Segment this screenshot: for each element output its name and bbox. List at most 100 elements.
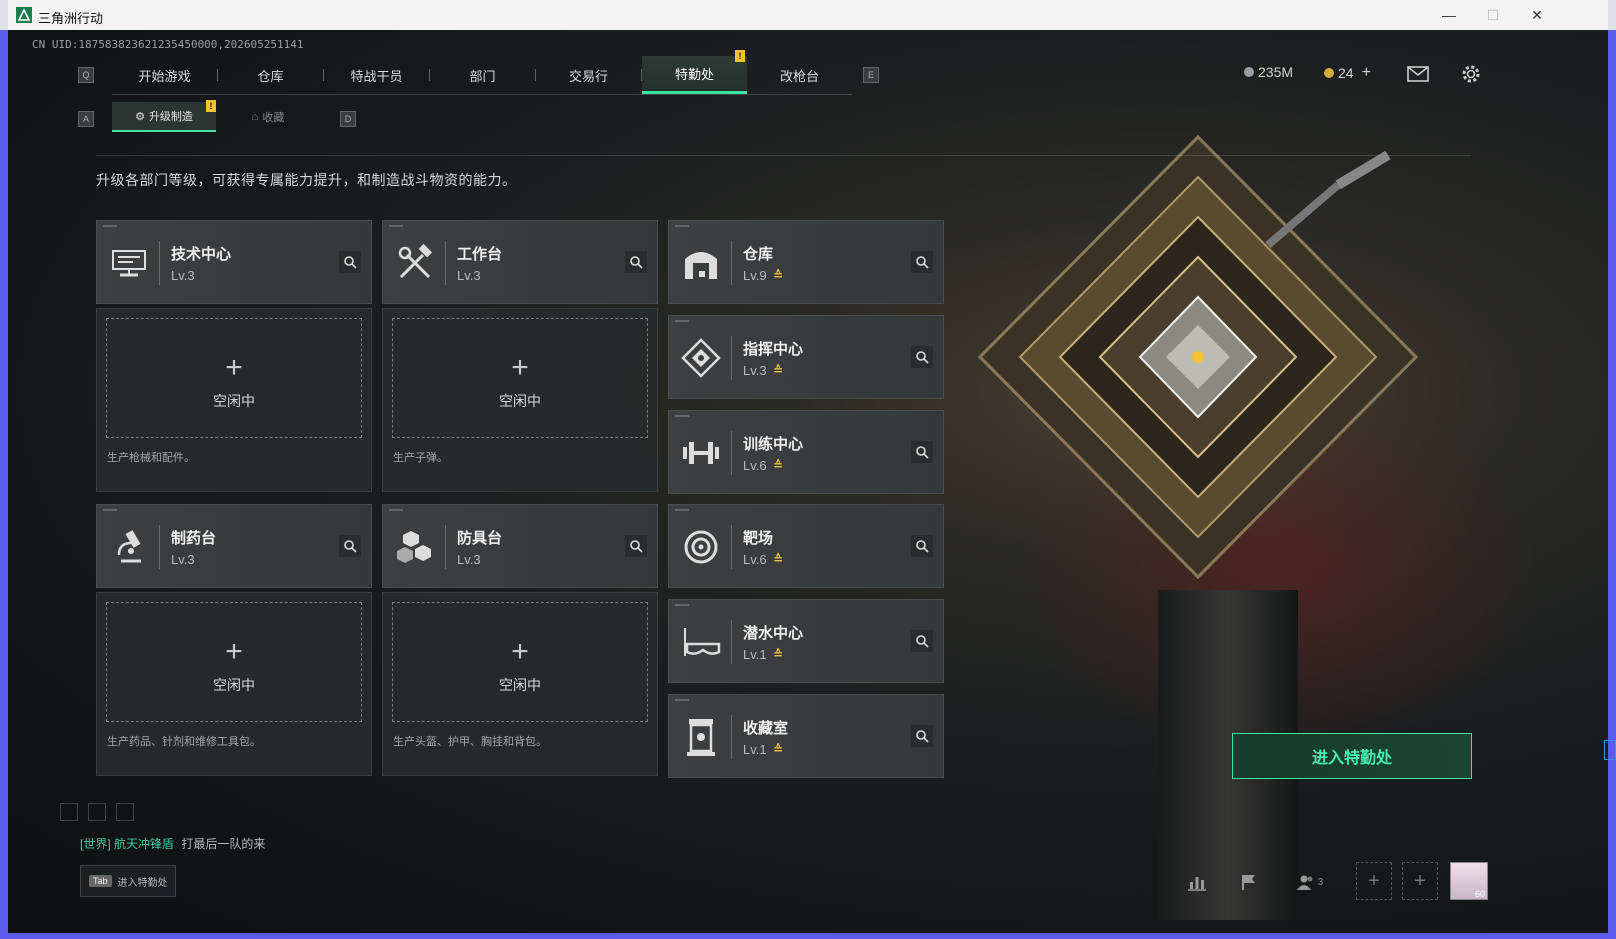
facility-card-pharmacy[interactable]: 制药台 Lv.3	[96, 504, 372, 588]
facility-card-collection-room[interactable]: 收藏室 Lv.1 ≙	[668, 694, 944, 778]
next-tab-key-hint[interactable]: E	[863, 67, 879, 83]
facility-card-shooting-range[interactable]: 靶场 Lv.6 ≙	[668, 504, 944, 588]
facility-level: Lv.3	[457, 552, 481, 567]
facility-card-diving-center[interactable]: 潜水中心 Lv.1 ≙	[668, 599, 944, 683]
search-icon[interactable]	[911, 441, 933, 463]
search-icon[interactable]	[339, 535, 361, 557]
slot-description: 生产子弹。	[393, 452, 448, 464]
silver-amount: 235M	[1258, 64, 1294, 80]
facility-level: Lv.3	[171, 268, 195, 283]
facility-card-armor-bench[interactable]: 防具台 Lv.3	[382, 504, 658, 588]
tab-department[interactable]: 部门	[430, 56, 535, 94]
card-divider	[731, 241, 732, 285]
collection-icon: ⌂	[251, 111, 259, 123]
dumbbell-icon	[683, 442, 719, 464]
facility-card-workbench[interactable]: 工作台 Lv.3	[382, 220, 658, 304]
tab-warehouse[interactable]: 仓库	[218, 56, 323, 94]
facility-card-warehouse[interactable]: 仓库 Lv.9 ≙	[668, 220, 944, 304]
slot-status: 空闲中	[213, 393, 255, 409]
avatar-level: 60	[1474, 889, 1485, 899]
stats-chart-icon[interactable]	[1180, 865, 1214, 899]
card-divider	[731, 336, 732, 380]
friends-icon	[1296, 875, 1313, 890]
facility-name: 指挥中心	[743, 341, 804, 358]
silver-coin-icon	[1244, 67, 1254, 77]
tab-key-hint-button[interactable]: Tab 进入特勤处	[80, 865, 176, 897]
player-avatar[interactable]: 60	[1450, 862, 1488, 900]
chat-filter-icon[interactable]	[116, 803, 134, 821]
slot-status: 空闲中	[213, 677, 255, 693]
production-slot-tech-center[interactable]: + 空闲中 生产枪械和配件。	[96, 308, 372, 492]
add-teammate-slot[interactable]: +	[1356, 862, 1392, 900]
chat-filter-icon[interactable]	[60, 803, 78, 821]
subtab-upgrade-craft[interactable]: ⚙ 升级制造 !	[112, 100, 216, 132]
card-corner-mark	[103, 509, 117, 511]
slot-frame: + 空闲中	[392, 602, 648, 722]
production-slot-workbench[interactable]: + 空闲中 生产子弹。	[382, 308, 658, 492]
enter-special-ops-button[interactable]: 进入特勤处	[1232, 733, 1472, 779]
slot-description: 生产药品、针剂和维修工具包。	[107, 736, 261, 748]
mail-icon[interactable]	[1407, 66, 1429, 82]
search-icon[interactable]	[911, 535, 933, 557]
minimize-button[interactable]: —	[1434, 5, 1464, 25]
upgrade-arrow-icon: ≙	[773, 268, 784, 282]
computer-icon	[112, 250, 146, 277]
prev-subtab-key-hint[interactable]: A	[78, 111, 94, 127]
facility-card-training-center[interactable]: 训练中心 Lv.6 ≙	[668, 410, 944, 494]
slot-frame: + 空闲中	[392, 318, 648, 438]
top-navigation: 开始游戏 仓库 特战干员 部门 交易行 特勤处 ! 改枪台	[112, 50, 852, 95]
prev-tab-key-hint[interactable]: Q	[78, 67, 94, 83]
card-corner-mark	[389, 509, 403, 511]
add-teammate-slot[interactable]: +	[1402, 862, 1438, 900]
production-slot-pharmacy[interactable]: + 空闲中 生产药品、针剂和维修工具包。	[96, 592, 372, 776]
slot-description: 生产枪械和配件。	[107, 452, 195, 464]
facility-name: 仓库	[743, 246, 774, 263]
card-divider	[159, 525, 160, 569]
microscope-icon	[117, 530, 141, 563]
search-icon[interactable]	[625, 535, 647, 557]
facility-card-tech-center[interactable]: 技术中心 Lv.3	[96, 220, 372, 304]
tab-start-game[interactable]: 开始游戏	[112, 56, 217, 94]
facility-level: Lv.6	[743, 458, 767, 473]
plus-icon: +	[511, 351, 529, 384]
add-currency-button[interactable]: +	[1362, 64, 1371, 82]
chat-text: 打最后一队的来	[181, 837, 266, 851]
slot-status: 空闲中	[499, 393, 541, 409]
slot-description: 生产头盔、护甲、胸挂和背包。	[393, 736, 547, 748]
search-icon[interactable]	[339, 251, 361, 273]
chat-filter-icon[interactable]	[88, 803, 106, 821]
slot-frame: + 空闲中	[106, 318, 362, 438]
plus-icon: +	[225, 635, 243, 668]
facility-level: Lv.3	[743, 363, 767, 378]
tab-gunsmith[interactable]: 改枪台	[747, 56, 852, 94]
facility-card-command-center[interactable]: 指挥中心 Lv.3 ≙	[668, 315, 944, 399]
facility-name: 防具台	[457, 530, 503, 547]
diving-mask-icon	[684, 628, 721, 656]
search-icon[interactable]	[911, 630, 933, 652]
search-icon[interactable]	[911, 251, 933, 273]
flag-icon[interactable]	[1232, 865, 1266, 899]
close-button[interactable]: ✕	[1522, 5, 1552, 25]
tab-operators[interactable]: 特战干员	[324, 56, 429, 94]
command-diamond-icon	[681, 338, 721, 378]
special-ops-cube-illustration	[977, 134, 1419, 580]
tab-trading[interactable]: 交易行	[536, 56, 641, 94]
header-divider	[96, 155, 1471, 156]
page-description: 升级各部门等级，可获得专属能力提升，和制造战斗物资的能力。	[96, 172, 517, 188]
search-icon[interactable]	[911, 346, 933, 368]
tab-special-ops[interactable]: 特勤处 !	[642, 50, 747, 94]
card-divider	[731, 715, 732, 759]
friends-button[interactable]: 3	[1290, 865, 1330, 899]
production-slot-armor-bench[interactable]: + 空闲中 生产头盔、护甲、胸挂和背包。	[382, 592, 658, 776]
gold-coin-icon	[1324, 68, 1334, 78]
card-corner-mark	[675, 509, 689, 511]
chat-message[interactable]: [世界] 航天冲锋盾 打最后一队的来	[80, 835, 265, 852]
next-subtab-key-hint[interactable]: D	[340, 111, 356, 127]
craft-icon: ⚙	[135, 110, 145, 123]
search-icon[interactable]	[911, 725, 933, 747]
subtab-collection[interactable]: ⌂ 收藏	[216, 102, 320, 132]
card-corner-mark	[389, 225, 403, 227]
settings-gear-icon[interactable]	[1460, 63, 1482, 85]
search-icon[interactable]	[625, 251, 647, 273]
maximize-button[interactable]: ☐	[1478, 5, 1508, 25]
